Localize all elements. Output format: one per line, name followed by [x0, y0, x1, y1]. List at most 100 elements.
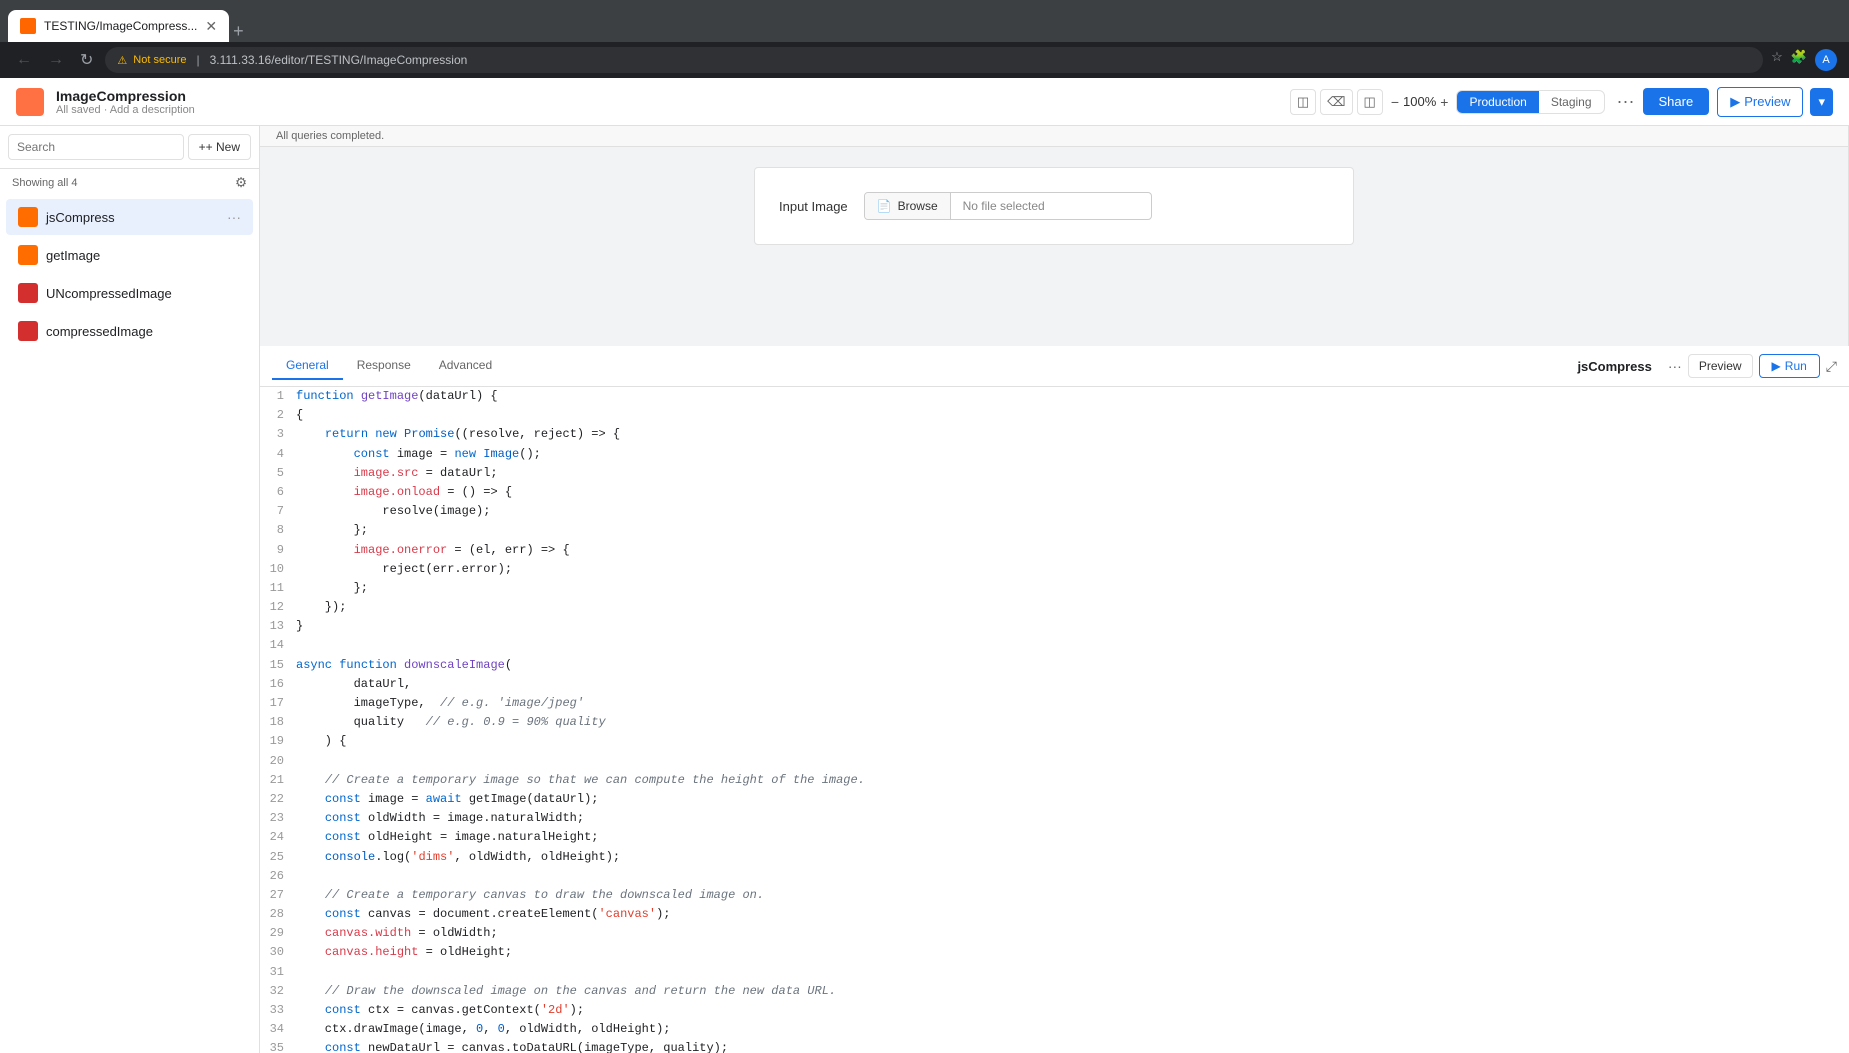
url-separator: |: [196, 53, 199, 67]
tablet-view-button[interactable]: ⌫: [1320, 89, 1352, 115]
query-icon-uncompressed: [18, 283, 38, 303]
code-panel-header: General Response Advanced jsCompress ···…: [260, 346, 1849, 387]
code-line-34: 34 ctx.drawImage(image, 0, 0, oldWidth, …: [260, 1020, 1849, 1039]
staging-button[interactable]: Staging: [1539, 91, 1604, 113]
run-button[interactable]: ▶ Run: [1759, 354, 1820, 378]
code-line-13: 13}: [260, 617, 1849, 636]
query-icon-getimage: [18, 245, 38, 265]
code-line-12: 12 });: [260, 598, 1849, 617]
code-line-10: 10 reject(err.error);: [260, 560, 1849, 579]
code-line-26: 26: [260, 867, 1849, 886]
query-menu-jscompress[interactable]: ···: [227, 209, 241, 225]
code-line-16: 16 dataUrl,: [260, 675, 1849, 694]
zoom-out-button[interactable]: −: [1391, 94, 1399, 110]
url-text: 3.111.33.16/editor/TESTING/ImageCompress…: [210, 53, 468, 67]
input-image-label: Input Image: [779, 199, 848, 214]
extensions-icon[interactable]: 🧩: [1791, 49, 1807, 71]
query-item-uncompressed[interactable]: UNcompressedImage ···: [6, 275, 253, 311]
new-tab-button[interactable]: +: [233, 21, 244, 42]
code-line-20: 20: [260, 752, 1849, 771]
tab-close-icon[interactable]: ✕: [205, 18, 217, 35]
code-tabs: General Response Advanced: [272, 352, 1561, 380]
new-query-button[interactable]: + + New: [188, 134, 251, 160]
app-title-block: ImageCompression All saved · Add a descr…: [56, 88, 1278, 116]
code-line-21: 21 // Create a temporary image so that w…: [260, 771, 1849, 790]
profile-icon[interactable]: A: [1815, 49, 1837, 71]
file-input-area[interactable]: 📄 Browse No file selected: [864, 192, 1152, 220]
code-line-2: 2{: [260, 406, 1849, 425]
app-title: ImageCompression: [56, 88, 1278, 104]
browser-chrome: TESTING/ImageCompress... ✕ +: [0, 0, 1849, 42]
code-line-15: 15async function downscaleImage(: [260, 656, 1849, 675]
security-label: Not secure: [133, 54, 186, 66]
code-line-29: 29 canvas.width = oldWidth;: [260, 924, 1849, 943]
preview-button[interactable]: ▶ Preview: [1717, 87, 1803, 117]
code-line-1: 1function getImage(dataUrl) {: [260, 387, 1849, 406]
code-line-32: 32 // Draw the downscaled image on the c…: [260, 982, 1849, 1001]
code-line-35: 35 const newDataUrl = canvas.toDataURL(i…: [260, 1039, 1849, 1053]
code-line-23: 23 const oldWidth = image.naturalWidth;: [260, 809, 1849, 828]
sidebar-search: + + New: [0, 126, 259, 169]
preview-content: Input Image 📄 Browse No file selected: [260, 147, 1848, 346]
tab-general[interactable]: General: [272, 352, 343, 380]
code-preview-button[interactable]: Preview: [1688, 354, 1753, 378]
input-image-row: Input Image 📄 Browse No file selected: [779, 192, 1329, 220]
bookmark-icon[interactable]: ☆: [1771, 49, 1783, 71]
code-more-button[interactable]: ···: [1668, 358, 1682, 374]
production-button[interactable]: Production: [1457, 91, 1538, 113]
preview-frame: Input Image 📄 Browse No file selected: [754, 167, 1354, 245]
tab-favicon: [20, 18, 36, 34]
query-icon-compressed: [18, 321, 38, 341]
expand-button[interactable]: ⤢: [1826, 358, 1837, 375]
desktop-view-button[interactable]: ◫: [1290, 89, 1316, 115]
code-line-9: 9 image.onerror = (el, err) => {: [260, 541, 1849, 560]
play-icon: ▶: [1730, 94, 1740, 110]
reload-button[interactable]: ↻: [76, 46, 97, 74]
app-logo: [16, 88, 44, 116]
browser-tabs: TESTING/ImageCompress... ✕ +: [8, 0, 1841, 42]
code-editor[interactable]: 1function getImage(dataUrl) { 2{ 3 retur…: [260, 387, 1849, 1053]
active-tab[interactable]: TESTING/ImageCompress... ✕: [8, 10, 229, 42]
file-name-display: No file selected: [951, 193, 1151, 219]
query-name-uncompressed: UNcompressedImage: [46, 286, 219, 301]
tab-advanced[interactable]: Advanced: [425, 352, 506, 380]
code-line-18: 18 quality // e.g. 0.9 = 90% quality: [260, 713, 1849, 732]
code-line-25: 25 console.log('dims', oldWidth, oldHeig…: [260, 848, 1849, 867]
search-input[interactable]: [8, 134, 184, 160]
code-header-right: ··· Preview ▶ Run ⤢: [1668, 354, 1837, 378]
query-name-compressed: compressedImage: [46, 324, 219, 339]
code-line-27: 27 // Create a temporary canvas to draw …: [260, 886, 1849, 905]
back-button[interactable]: ←: [12, 47, 36, 73]
query-item-getimage[interactable]: getImage ···: [6, 237, 253, 273]
zoom-in-button[interactable]: +: [1440, 94, 1448, 110]
forward-button[interactable]: →: [44, 47, 68, 73]
code-line-8: 8 };: [260, 521, 1849, 540]
code-panel: General Response Advanced jsCompress ···…: [260, 346, 1849, 1053]
more-options-button[interactable]: ···: [1617, 91, 1635, 112]
plus-icon: +: [199, 140, 206, 154]
code-line-19: 19 ) {: [260, 732, 1849, 751]
app-subtitle: All saved · Add a description: [56, 104, 1278, 116]
code-line-14: 14: [260, 636, 1849, 655]
view-toggle: ◫ ⌫ ◫: [1290, 89, 1383, 115]
preview-area: All queries completed. Input Image 📄 Bro…: [260, 126, 1849, 346]
address-bar[interactable]: ⚠ Not secure | 3.111.33.16/editor/TESTIN…: [105, 47, 1763, 73]
run-icon: ▶: [1772, 359, 1781, 373]
preview-dropdown-button[interactable]: ▾: [1810, 88, 1833, 116]
code-line-28: 28 const canvas = document.createElement…: [260, 905, 1849, 924]
query-item-compressed[interactable]: compressedImage ···: [6, 313, 253, 349]
browse-button[interactable]: 📄 Browse: [865, 193, 951, 219]
browser-controls: ← → ↻ ⚠ Not secure | 3.111.33.16/editor/…: [0, 42, 1849, 78]
query-item-jscompress[interactable]: jsCompress ···: [6, 199, 253, 235]
mobile-view-button[interactable]: ◫: [1357, 89, 1383, 115]
status-message: All queries completed.: [276, 130, 384, 142]
share-button[interactable]: Share: [1643, 88, 1710, 115]
tab-response[interactable]: Response: [343, 352, 425, 380]
filter-button[interactable]: ⚙: [235, 175, 247, 191]
code-line-31: 31: [260, 963, 1849, 982]
query-name-getimage: getImage: [46, 248, 219, 263]
file-icon: 📄: [877, 199, 892, 213]
main-layout: + + New Showing all 4 ⚙ jsCompress ··· g…: [0, 126, 1849, 1053]
browser-actions: ☆ 🧩 A: [1771, 49, 1837, 71]
env-toggle: Production Staging: [1456, 90, 1604, 114]
